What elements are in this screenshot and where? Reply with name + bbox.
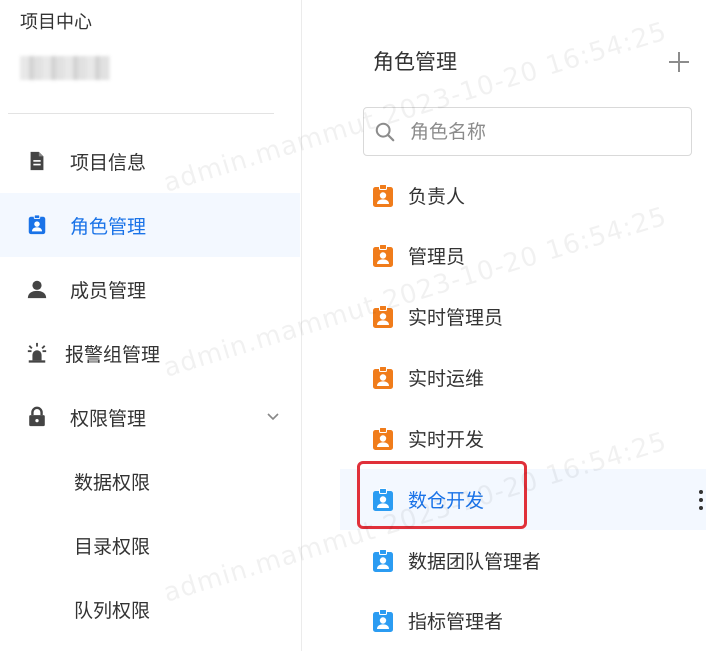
sidebar-subitem-label: 数据权限: [74, 471, 151, 494]
role-list-item[interactable]: 指标管理者: [340, 590, 706, 651]
sidebar-item-member-management[interactable]: 成员管理: [0, 257, 300, 321]
blurred-username: [20, 56, 110, 80]
sidebar-item-label: 权限管理: [70, 407, 147, 430]
sidebar-subitem-queue-permission[interactable]: 队列权限: [0, 577, 300, 641]
role-list-item[interactable]: 实时管理员: [340, 286, 706, 347]
sidebar-subitem-data-permission[interactable]: 数据权限: [0, 449, 300, 513]
sidebar: 项目中心 项目信息 角色管理 成员管理 报警组管理 权限管理 数据权限 目录权限…: [0, 0, 302, 651]
role-badge-icon: [373, 488, 393, 511]
role-badge-icon: [373, 184, 393, 207]
user-icon: [27, 280, 47, 299]
role-label: 实时运维: [408, 368, 485, 390]
role-badge-icon: [373, 244, 393, 267]
role-label: 数据团队管理者: [408, 551, 542, 573]
sidebar-item-label: 报警组管理: [65, 343, 161, 366]
role-list-item[interactable]: 实时运维: [340, 347, 706, 408]
sidebar-subitem-label: 目录权限: [74, 535, 151, 558]
role-list-item[interactable]: 负责人: [340, 165, 706, 226]
project-center-title: 项目中心: [20, 12, 92, 33]
divider: [8, 113, 274, 114]
chevron-down-icon[interactable]: [266, 409, 280, 423]
role-badge-icon: [373, 549, 393, 572]
role-list-item[interactable]: 管理员: [340, 225, 706, 286]
badge-icon: [28, 214, 46, 235]
role-badge-icon: [373, 305, 393, 328]
alarm-light-icon: [27, 342, 47, 363]
role-list-item[interactable]: 数据团队管理者: [340, 530, 706, 591]
role-label: 实时开发: [408, 429, 485, 451]
sidebar-item-permission-management[interactable]: 权限管理: [0, 385, 300, 449]
sidebar-item-role-management[interactable]: 角色管理: [0, 193, 300, 257]
sidebar-item-label: 项目信息: [70, 151, 147, 174]
role-search-box: [363, 107, 692, 156]
role-label: 管理员: [408, 246, 466, 268]
lock-icon: [29, 406, 45, 427]
role-list-item[interactable]: 实时开发: [340, 408, 706, 469]
role-badge-icon: [373, 366, 393, 389]
role-search-input[interactable]: [408, 116, 682, 148]
add-role-button[interactable]: [667, 50, 691, 74]
more-options-icon[interactable]: [698, 489, 704, 511]
sidebar-item-project-info[interactable]: 项目信息: [0, 129, 300, 193]
sidebar-item-alarm-group[interactable]: 报警组管理: [0, 321, 300, 385]
document-icon: [30, 151, 44, 171]
sidebar-item-label: 角色管理: [70, 215, 147, 238]
sidebar-item-label: 成员管理: [70, 279, 147, 302]
role-label: 实时管理员: [408, 307, 504, 329]
role-list-item[interactable]: 数仓开发: [340, 469, 706, 530]
roles-panel-title: 角色管理: [373, 50, 457, 74]
role-label: 指标管理者: [408, 611, 504, 633]
sidebar-subitem-label: 队列权限: [74, 599, 151, 622]
role-label: 负责人: [408, 186, 466, 208]
role-badge-icon: [373, 609, 393, 632]
role-label: 数仓开发: [408, 490, 485, 512]
sidebar-subitem-catalog-permission[interactable]: 目录权限: [0, 513, 300, 577]
search-icon: [375, 122, 395, 142]
role-badge-icon: [373, 427, 393, 450]
